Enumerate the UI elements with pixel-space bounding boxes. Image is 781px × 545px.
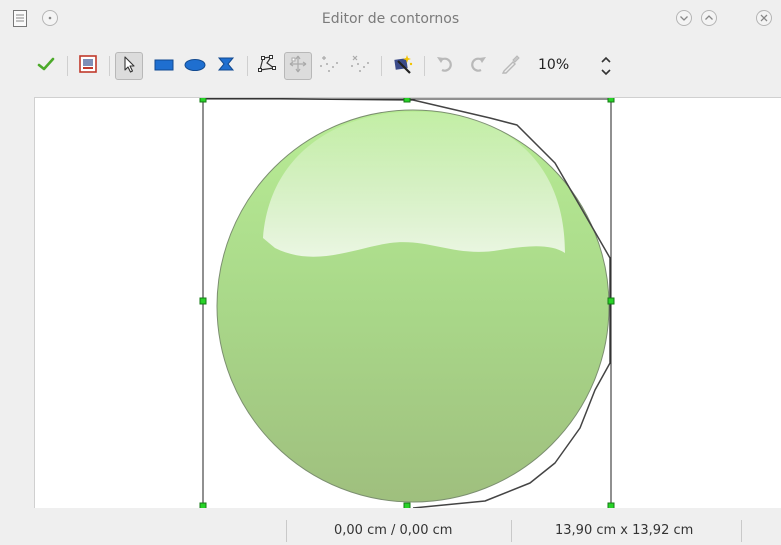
handle-top-right[interactable]	[607, 98, 615, 103]
status-separator	[511, 520, 512, 542]
status-separator	[741, 520, 742, 542]
green-sphere-image	[216, 109, 610, 503]
toolbar-separator	[247, 56, 248, 76]
undo-icon	[435, 55, 455, 77]
apply-button[interactable]	[32, 52, 60, 80]
handle-middle-right[interactable]	[607, 297, 615, 305]
delete-points-icon	[349, 54, 371, 78]
object-size: 13,90 cm x 13,92 cm	[555, 523, 694, 538]
status-bar: 0,00 cm / 0,00 cm 13,90 cm x 13,92 cm	[0, 508, 781, 545]
workspace-icon	[79, 55, 97, 77]
check-icon	[37, 56, 55, 76]
pointer-arrow-icon	[121, 55, 137, 77]
toolbar-separator	[109, 56, 110, 76]
edit-points-button[interactable]	[253, 52, 281, 80]
undo-button[interactable]	[431, 52, 459, 80]
handle-top-center[interactable]	[403, 98, 411, 103]
workspace-button[interactable]	[74, 52, 102, 80]
handle-top-left[interactable]	[199, 98, 207, 103]
zoom-value[interactable]: 10%	[538, 57, 569, 73]
toolbar-separator	[67, 56, 68, 76]
autocontour-button[interactable]	[389, 52, 417, 80]
contour-editor-window: Editor de contornos 10% 0,00 cm / 0,00 c…	[0, 0, 781, 545]
edit-points-icon	[257, 54, 277, 78]
handle-middle-left[interactable]	[199, 297, 207, 305]
maximize-button[interactable]	[700, 9, 718, 27]
pipette-button[interactable]	[497, 52, 525, 80]
magic-wand-icon	[392, 53, 414, 79]
move-points-icon	[288, 54, 308, 78]
zoom-stepper[interactable]: 10%	[533, 52, 623, 80]
minimize-button[interactable]	[675, 9, 693, 27]
close-button[interactable]	[755, 9, 773, 27]
status-separator	[286, 520, 287, 542]
toolbar: 10%	[0, 44, 781, 90]
toolbar-separator	[424, 56, 425, 76]
ellipse-icon	[184, 57, 206, 76]
spin-arrows-icon[interactable]	[599, 54, 613, 78]
cursor-position: 0,00 cm / 0,00 cm	[334, 523, 453, 538]
canvas-drawing[interactable]	[35, 98, 781, 509]
contour-canvas[interactable]	[34, 97, 781, 509]
window-title: Editor de contornos	[321, 11, 460, 27]
polygon-button[interactable]	[212, 52, 240, 80]
select-button[interactable]	[115, 52, 143, 80]
toolbar-separator	[381, 56, 382, 76]
move-points-button[interactable]	[284, 52, 312, 80]
insert-points-icon	[318, 54, 340, 78]
title-bar: Editor de contornos	[0, 0, 781, 38]
ellipse-button[interactable]	[181, 52, 209, 80]
redo-button[interactable]	[464, 52, 492, 80]
rectangle-icon	[154, 57, 174, 76]
polygon-icon	[217, 55, 235, 77]
redo-icon	[468, 55, 488, 77]
pipette-icon	[501, 54, 521, 78]
delete-points-button[interactable]	[346, 52, 374, 80]
insert-points-button[interactable]	[315, 52, 343, 80]
rectangle-button[interactable]	[150, 52, 178, 80]
